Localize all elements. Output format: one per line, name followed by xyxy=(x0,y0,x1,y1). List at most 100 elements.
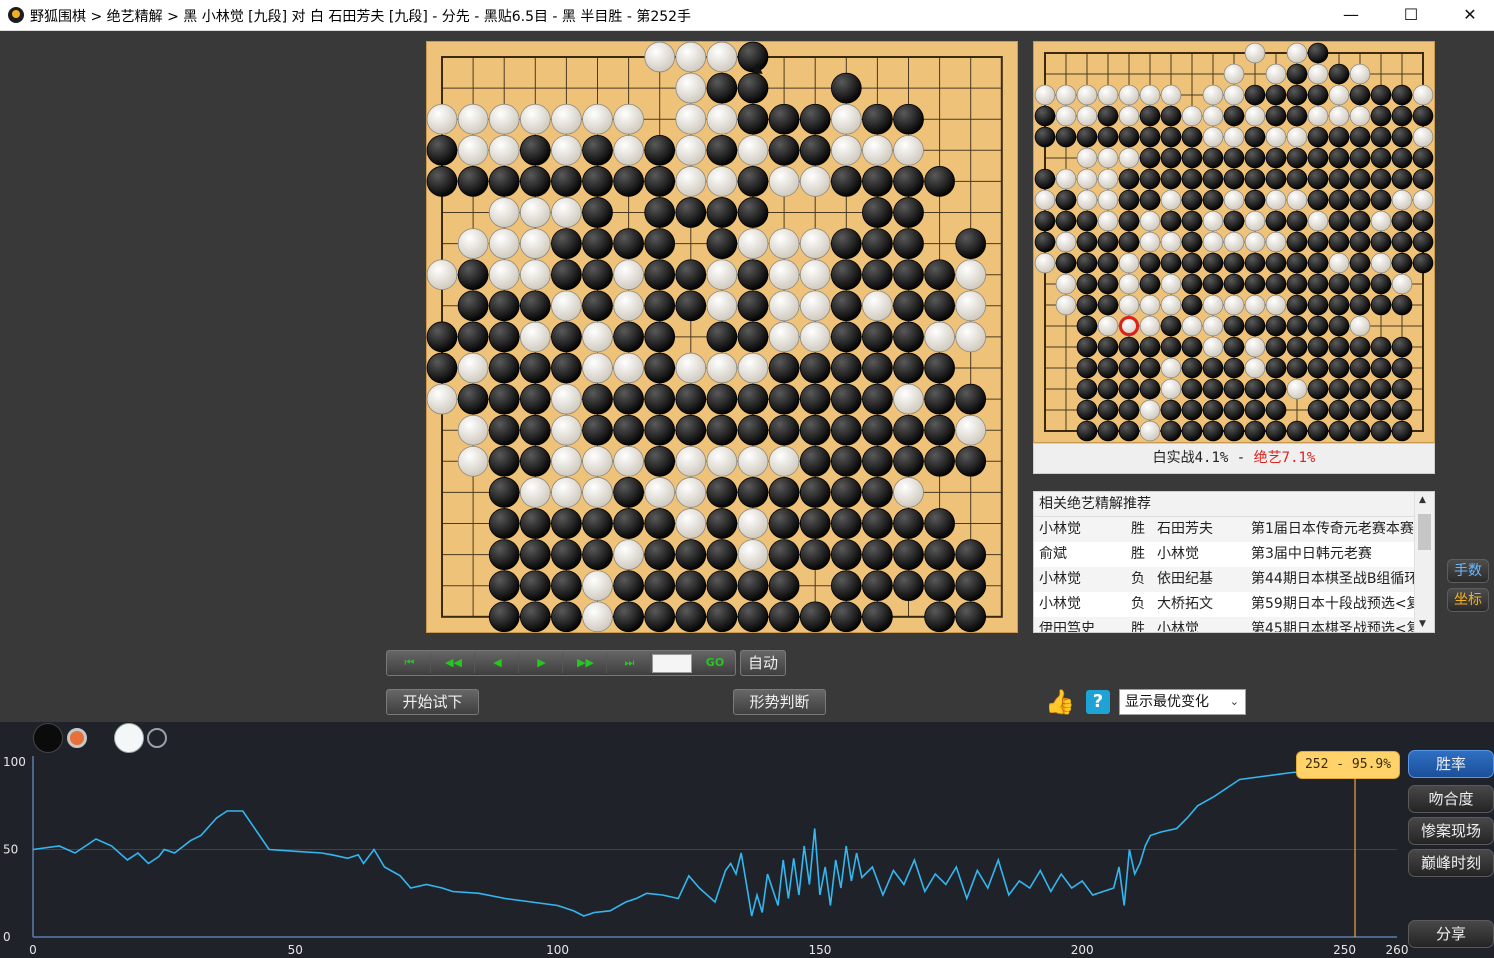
help-icon[interactable]: ? xyxy=(1086,690,1110,714)
black-stone xyxy=(1244,378,1266,400)
black-stone xyxy=(924,508,955,539)
white-stone xyxy=(457,228,489,259)
go-button[interactable]: GO xyxy=(697,653,733,673)
blunder-tab-button[interactable]: 惨案现场 xyxy=(1408,817,1494,845)
scroll-thumb[interactable] xyxy=(1418,514,1431,550)
back-button[interactable]: ◀ xyxy=(477,653,519,673)
start-trial-button[interactable]: 开始试下 xyxy=(386,689,479,715)
maximize-button[interactable]: ☐ xyxy=(1388,0,1434,31)
forward-button[interactable]: ▶ xyxy=(521,653,563,673)
black-stone xyxy=(1076,336,1098,358)
white-stone xyxy=(613,134,644,166)
peak-moment-tab-button[interactable]: 巅峰时刻 xyxy=(1408,849,1494,877)
scroll-up-icon[interactable]: ▲ xyxy=(1419,495,1426,505)
recommend-row[interactable]: 伊田笃史 胜小林觉 第45期日本棋圣战预选<复 xyxy=(1034,617,1434,633)
white-stone xyxy=(1412,189,1434,211)
black-stone xyxy=(893,539,924,570)
back-ten-button[interactable]: ◀◀ xyxy=(433,653,475,673)
black-stone xyxy=(1349,294,1371,316)
black-stone xyxy=(1286,147,1308,169)
black-stone xyxy=(1265,84,1287,106)
player-black-name: 小林觉 xyxy=(1039,596,1081,612)
variation-dropdown[interactable]: 显示最优变化 ⌄ xyxy=(1119,689,1246,715)
black-stone xyxy=(737,290,769,322)
white-stone xyxy=(799,228,831,259)
black-stone xyxy=(1412,252,1434,274)
black-stone xyxy=(1265,210,1287,232)
move-number-toggle[interactable]: 手数 xyxy=(1447,559,1489,583)
recommend-scrollbar[interactable]: ▲ ▼ xyxy=(1414,492,1434,632)
black-stone xyxy=(1097,399,1119,421)
variation-board[interactable] xyxy=(1033,41,1435,443)
recommend-row[interactable]: 小林觉 胜石田芳夫 第1届日本传奇元老赛本赛 xyxy=(1034,517,1434,542)
go-board[interactable]: ▲ xyxy=(426,41,1018,633)
share-button[interactable]: 分享 xyxy=(1408,920,1494,948)
chevron-down-icon: ⌄ xyxy=(1229,695,1239,708)
winrate-compare: 白实战4.1% - 绝艺7.1% xyxy=(1033,443,1435,474)
recommend-row[interactable]: 小林觉 负依田纪基 第44期日本棋圣战B组循环 xyxy=(1034,567,1434,592)
white-stone xyxy=(1286,189,1308,211)
white-stone xyxy=(1118,84,1140,106)
black-stone xyxy=(1160,126,1182,148)
black-stone xyxy=(1349,273,1371,295)
black-stone xyxy=(799,352,831,384)
black-stone xyxy=(1202,252,1224,274)
recommend-row[interactable]: 小林觉 负大桥拓文 第59期日本十段战预选<复 xyxy=(1034,592,1434,617)
black-stone xyxy=(457,166,489,197)
black-stone xyxy=(1370,84,1392,106)
white-stone xyxy=(426,383,458,415)
black-stone xyxy=(1370,126,1392,148)
black-stone xyxy=(1244,189,1266,211)
winrate-chart[interactable]: 0 50 100 0 50 100 150 200 250 260 xyxy=(0,722,1410,958)
white-stone xyxy=(830,103,862,135)
move-number-input[interactable] xyxy=(652,654,692,673)
white-stone xyxy=(488,259,520,291)
white-stone xyxy=(644,477,676,508)
black-stone xyxy=(488,414,520,446)
close-button[interactable]: ✕ xyxy=(1447,0,1493,31)
white-stone xyxy=(582,103,613,135)
first-move-button[interactable]: ⏮ xyxy=(389,653,431,673)
white-stone xyxy=(582,352,613,384)
winrate-series-line xyxy=(32,768,1356,917)
black-stone xyxy=(1412,168,1434,190)
black-stone xyxy=(1181,189,1203,211)
black-stone xyxy=(1370,168,1392,190)
black-stone xyxy=(1391,420,1413,442)
white-stone xyxy=(1160,357,1182,379)
black-stone xyxy=(1181,231,1203,253)
white-stone xyxy=(1265,189,1287,211)
black-stone xyxy=(644,601,676,633)
minimize-button[interactable]: — xyxy=(1328,0,1374,31)
event-name: 第45期日本棋圣战预选<复 xyxy=(1251,621,1414,633)
black-stone xyxy=(1139,252,1161,274)
black-stone xyxy=(1223,105,1245,127)
match-rate-tab-button[interactable]: 吻合度 xyxy=(1408,785,1494,813)
judge-position-button[interactable]: 形势判断 xyxy=(733,689,826,715)
forward-ten-button[interactable]: ▶▶ xyxy=(565,653,607,673)
white-stone xyxy=(1097,147,1119,169)
white-stone xyxy=(1223,126,1245,148)
black-stone xyxy=(1286,210,1308,232)
white-stone xyxy=(675,445,707,477)
black-stone xyxy=(613,166,644,197)
black-stone xyxy=(706,228,738,259)
scroll-down-icon[interactable]: ▼ xyxy=(1419,619,1426,629)
auto-play-button[interactable]: 自动 xyxy=(740,650,786,676)
black-stone xyxy=(1412,231,1434,253)
thumbs-up-icon[interactable]: 👍 xyxy=(1045,688,1075,716)
black-stone xyxy=(675,259,707,291)
black-stone xyxy=(706,197,738,228)
coordinates-toggle[interactable]: 坐标 xyxy=(1447,588,1489,612)
recommend-row[interactable]: 俞斌 胜小林觉 第3届中日韩元老赛 xyxy=(1034,542,1434,567)
black-stone xyxy=(1244,315,1266,337)
winrate-tab-button[interactable]: 胜率 xyxy=(1408,750,1494,778)
black-stone xyxy=(924,259,955,291)
white-stone xyxy=(1328,105,1350,127)
black-stone xyxy=(830,72,862,104)
last-move-button[interactable]: ⏭ xyxy=(609,653,651,673)
black-stone xyxy=(644,228,676,259)
black-stone xyxy=(1118,357,1140,379)
white-stone xyxy=(582,321,613,353)
black-stone xyxy=(1118,420,1140,442)
